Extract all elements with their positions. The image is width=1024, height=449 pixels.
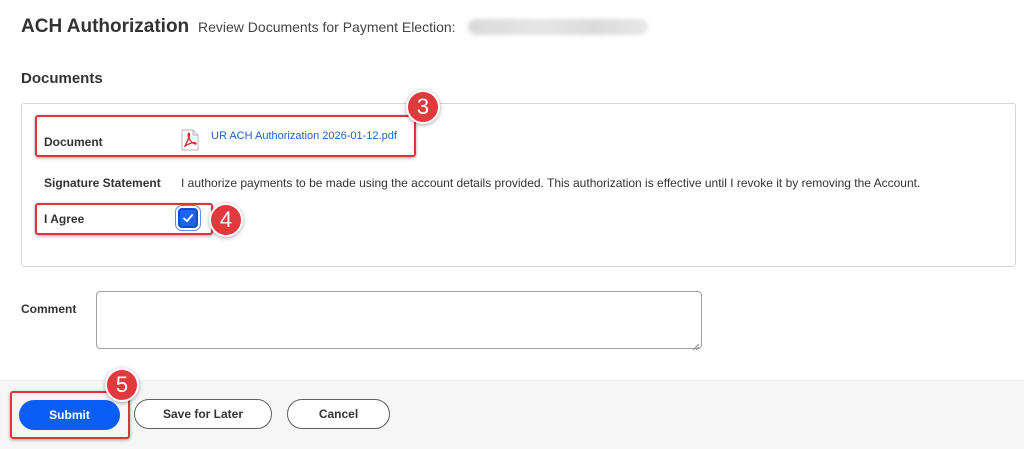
page-subtitle: Review Documents for Payment Election: bbox=[198, 19, 456, 35]
signature-statement-text: I authorize payments to be made using th… bbox=[181, 176, 921, 190]
comment-label: Comment bbox=[21, 302, 77, 316]
documents-section-title: Documents bbox=[21, 70, 103, 87]
page-title: ACH Authorization bbox=[21, 16, 190, 37]
resize-grip-icon[interactable] bbox=[691, 338, 700, 351]
step-badge-4: 4 bbox=[209, 203, 243, 237]
step-badge-3: 3 bbox=[406, 90, 440, 124]
step-badge-5: 5 bbox=[105, 368, 139, 402]
save-for-later-button[interactable]: Save for Later bbox=[134, 399, 272, 429]
redacted-payment-election bbox=[468, 19, 648, 35]
i-agree-highlight bbox=[35, 203, 213, 235]
cancel-button[interactable]: Cancel bbox=[287, 399, 390, 429]
document-highlight bbox=[35, 115, 416, 157]
signature-statement-label: Signature Statement bbox=[44, 176, 161, 190]
comment-input[interactable] bbox=[96, 291, 702, 349]
